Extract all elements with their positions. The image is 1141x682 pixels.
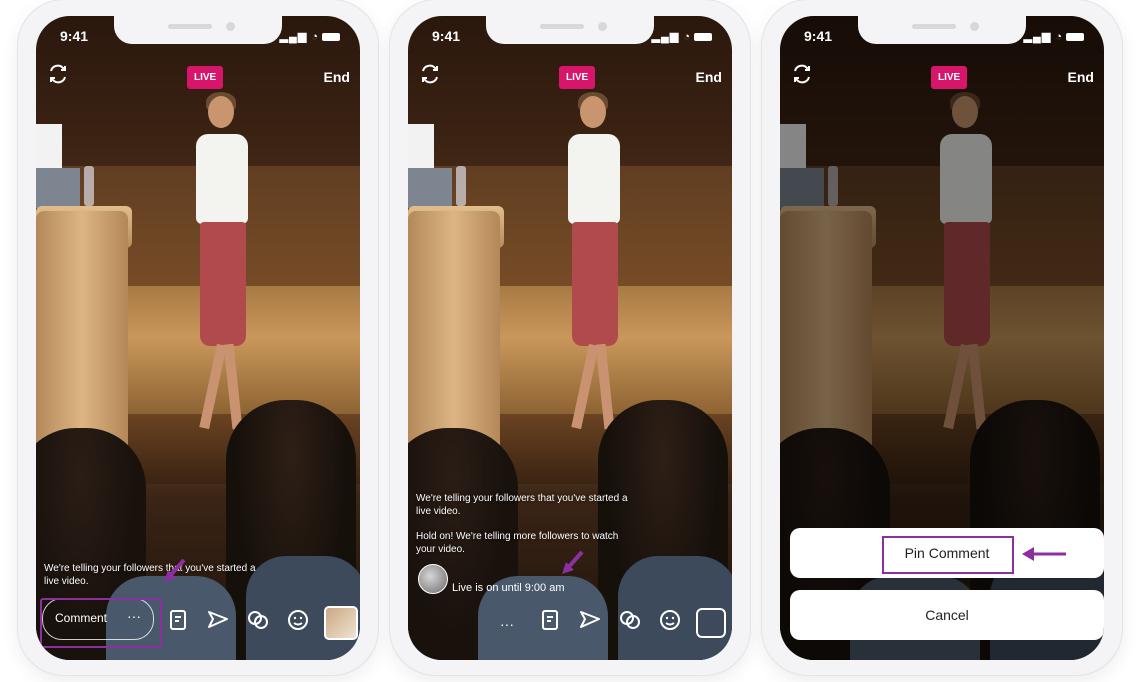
podium	[36, 211, 128, 451]
face-effects-icon[interactable]	[658, 608, 682, 632]
send-icon[interactable]	[578, 608, 602, 632]
status-time: 9:41	[804, 28, 833, 44]
end-button[interactable]: End	[324, 69, 350, 85]
speaker-figure	[176, 92, 266, 446]
comment-highlight-box	[40, 598, 162, 648]
end-button: End	[1067, 69, 1094, 85]
phone-mockup-3: 9:41 ▂▄▆ ◔ LIVE End Pin Comment Cancel	[762, 0, 1122, 675]
flip-camera-icon[interactable]	[46, 62, 70, 86]
more-options-icon[interactable]: ···	[500, 616, 514, 632]
gallery-thumbnail-icon[interactable]	[324, 606, 358, 640]
live-video-screen-2: 9:41 ▂▄▆ ◔ LIVE End We're telling your f…	[408, 16, 732, 660]
flip-camera-icon[interactable]	[418, 62, 442, 86]
avatar	[418, 564, 448, 594]
arrow-annotation-icon	[562, 550, 584, 574]
add-guest-icon[interactable]	[246, 608, 270, 632]
live-caption-hold-on: Hold on! We're telling more followers to…	[416, 531, 619, 555]
question-box-icon[interactable]	[538, 608, 562, 632]
add-guest-icon[interactable]	[618, 608, 642, 632]
live-badge: LIVE	[931, 66, 968, 89]
live-badge: LIVE	[187, 66, 224, 89]
gallery-square-icon[interactable]	[696, 608, 726, 638]
live-until-comment[interactable]: Live is on until 9:00 am	[452, 582, 565, 594]
status-icons: ▂▄▆ ◔	[280, 30, 340, 43]
face-effects-icon[interactable]	[286, 608, 310, 632]
phone-mockup-2: 9:41 ▂▄▆ ◔ LIVE End We're telling your f…	[390, 0, 750, 675]
live-badge: LIVE	[559, 66, 596, 89]
cancel-button[interactable]: Cancel	[790, 590, 1104, 640]
arrow-annotation-icon	[164, 558, 186, 582]
question-box-icon[interactable]	[166, 608, 190, 632]
speaker-figure	[548, 92, 638, 446]
phone-mockup-1: 9:41 ▂▄▆ ◔ LIVE End We're telling your f…	[18, 0, 378, 675]
pin-comment-highlight-box	[882, 536, 1014, 574]
flip-camera-icon	[794, 64, 810, 84]
status-icons: ▂▄▆ ◔	[1024, 30, 1084, 43]
end-button[interactable]: End	[696, 69, 722, 85]
live-video-screen-3: 9:41 ▂▄▆ ◔ LIVE End Pin Comment Cancel	[780, 16, 1104, 660]
send-icon[interactable]	[206, 608, 230, 632]
arrow-annotation-icon	[1022, 547, 1066, 561]
podium	[408, 211, 500, 451]
status-time: 9:41	[432, 28, 461, 44]
status-icons: ▂▄▆ ◔	[652, 30, 712, 43]
live-video-screen-1: 9:41 ▂▄▆ ◔ LIVE End We're telling your f…	[36, 16, 360, 660]
status-time: 9:41	[60, 28, 89, 44]
live-caption-started: We're telling your followers that you've…	[416, 493, 628, 517]
